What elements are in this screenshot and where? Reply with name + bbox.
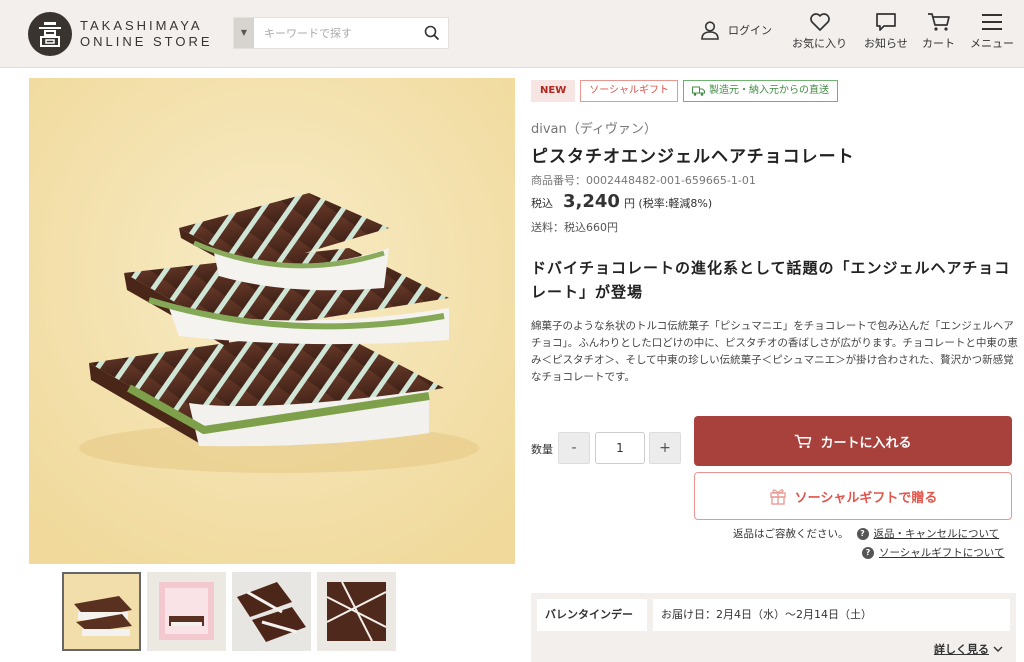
quantity-increase-button[interactable]: + [649,432,681,464]
product-description: 綿菓子のような糸状のトルコ伝統菓子「ピシュマニエ」をチョコレートで包み込んだ「エ… [531,320,1018,383]
thumbnail-4[interactable] [317,572,396,651]
nav-menu[interactable]: メニュー [970,12,1014,51]
thumbnail-3[interactable] [232,572,311,651]
return-note: 返品はご容赦ください。 ? 返品・キャンセルについて [733,526,999,541]
cart-icon [795,434,812,448]
quantity-input[interactable]: 1 [595,432,645,464]
thumbnail-strip [62,572,402,651]
search-button[interactable] [418,20,446,46]
menu-label: メニュー [970,37,1014,50]
price-row: 税込 3,240 円 (税率:軽減8%) [531,191,712,212]
social-gift-badge: ソーシャルギフト [580,80,679,102]
login-label: ログイン [728,24,772,37]
see-more-link[interactable]: 詳しく見る [934,641,1003,657]
direct-shipping-label: 製造元・納入元からの直送 [709,85,830,96]
cart-icon [927,13,950,31]
product-number: 商品番号：0002448482-001-659665-1-01 [531,174,756,187]
new-badge: NEW [531,80,576,102]
price-prefix: 税込 [531,197,553,210]
chat-bubble-icon [876,13,896,31]
product-headline: ドバイチョコレートの進化系として話題の「エンジェルヘアチョコレート」が登場 [531,259,1011,301]
return-policy-link[interactable]: 返品・キャンセルについて [874,526,1000,541]
thumbnail-2[interactable] [147,572,226,651]
takashimaya-crest-icon [28,12,72,56]
search-box: ▼ [233,17,449,49]
notices-label: お知らせ [864,37,908,50]
social-gift-button[interactable]: ソーシャルギフトで贈る [694,472,1012,520]
brand-name[interactable]: divan（ディヴァン） [531,118,657,137]
login-link[interactable]: ログイン [700,20,772,40]
logo-line1: TAKASHIMAYA [80,18,203,33]
search-input[interactable] [254,18,416,48]
shipping-fee: 送料：税込660円 [531,221,618,234]
truck-icon [692,86,706,96]
heart-icon [809,13,830,31]
nav-favorites[interactable]: お気に入り [792,12,847,51]
social-gift-info-link[interactable]: ソーシャルギフトについて [879,545,1004,560]
event-delivery-date: お届け日：2月4日（水）～2月14日（土） [653,599,1010,631]
return-note-text: 返品はご容赦ください。 [733,528,849,540]
direct-shipping-badge: 製造元・納入元からの直送 [683,80,839,102]
user-icon [701,21,719,40]
social-gift-help: ? ソーシャルギフトについて [862,545,1004,560]
thumbnail-1[interactable] [62,572,141,651]
hamburger-menu-icon [982,14,1002,30]
product-main-image[interactable] [29,78,515,564]
social-gift-label: ソーシャルギフトで贈る [794,490,938,506]
event-label: バレンタインデー [537,599,647,631]
help-icon: ? [856,527,869,540]
quantity-decrease-button[interactable]: - [558,432,590,464]
add-to-cart-button[interactable]: カートに入れる [694,416,1012,466]
nav-notices[interactable]: お知らせ [864,12,908,51]
favorites-label: お気に入り [792,37,847,50]
logo-line2: ONLINE STORE [80,34,213,49]
cart-label: カート [922,37,955,50]
takashimaya-logo[interactable]: TAKASHIMAYA ONLINE STORE [28,12,213,56]
add-to-cart-label: カートに入れる [820,435,912,451]
site-header: TAKASHIMAYA ONLINE STORE ▼ ログイン お気に入り お知… [0,0,1024,68]
search-category-dropdown[interactable]: ▼ [234,18,254,48]
gift-icon [769,489,786,505]
price-unit: 円 (税率:軽減8%) [623,197,713,210]
nav-cart[interactable]: カート [922,12,955,51]
chevron-down-icon [993,646,1003,652]
search-icon [424,25,440,41]
product-title: ピスタチオエンジェルヘアチョコレート [531,147,855,167]
price-value: 3,240 [563,191,620,212]
product-tags: NEW ソーシャルギフト 製造元・納入元からの直送 [531,80,843,102]
see-more-label: 詳しく見る [934,643,989,656]
quantity-label: 数量 [531,443,553,456]
help-icon: ? [862,546,874,559]
